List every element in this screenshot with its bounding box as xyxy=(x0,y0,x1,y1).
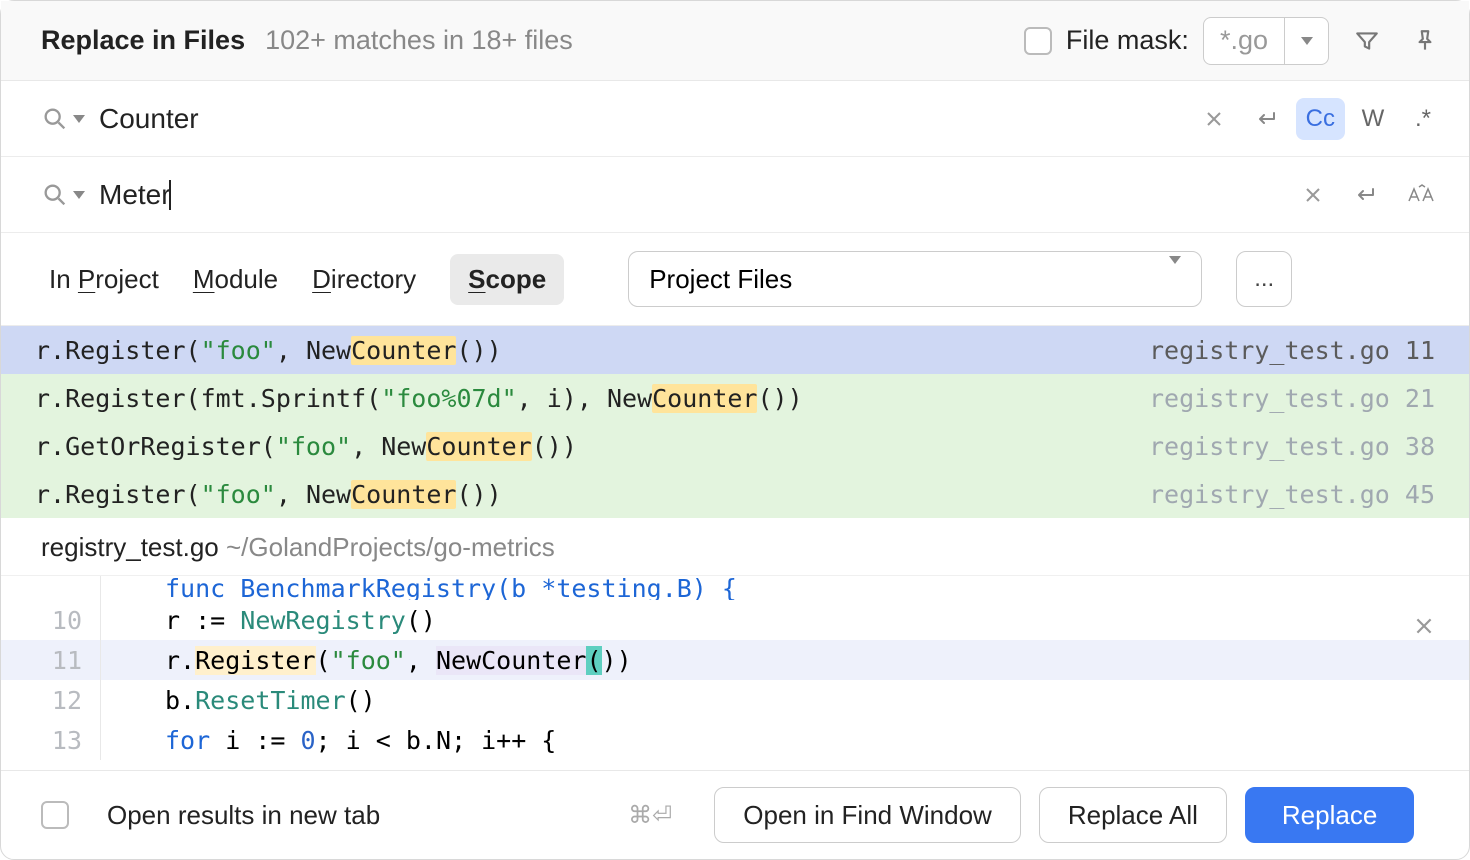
replace-all-button[interactable]: Replace All xyxy=(1039,787,1227,843)
scope-tab-project[interactable]: In Project xyxy=(49,254,159,305)
code-preview: func BenchmarkRegistry(b *testing.B) { 1… xyxy=(1,575,1469,765)
code-line: 10 r := NewRegistry() xyxy=(1,600,1469,640)
preview-file-header: registry_test.go ~/GolandProjects/go-met… xyxy=(1,518,1469,575)
replace-button[interactable]: Replace xyxy=(1245,787,1414,843)
shortcut-hint: ⌘⏎ xyxy=(628,801,672,830)
preview-file-name: registry_test.go xyxy=(41,532,219,562)
whole-word-toggle[interactable]: W xyxy=(1351,98,1395,140)
close-preview-icon[interactable] xyxy=(1413,614,1435,643)
dialog-title: Replace in Files xyxy=(41,25,245,56)
search-field-row: Cc W .* xyxy=(1,81,1469,157)
clear-search-icon[interactable] xyxy=(1192,98,1236,140)
result-row[interactable]: r.GetOrRegister("foo", NewCounter()) reg… xyxy=(1,422,1469,470)
scope-tab-module[interactable]: Module xyxy=(193,254,278,305)
file-mask-checkbox[interactable] xyxy=(1024,27,1052,55)
file-mask-select[interactable]: *.go xyxy=(1203,17,1329,65)
code-line: 13 for i := 0; i < b.N; i++ { xyxy=(1,720,1469,760)
dialog-header: Replace in Files 102+ matches in 18+ fil… xyxy=(1,1,1469,81)
scope-row: In Project Module Directory Scope Projec… xyxy=(1,233,1469,326)
results-list: r.Register("foo", NewCounter()) registry… xyxy=(1,326,1469,518)
scope-select[interactable]: Project Files xyxy=(628,251,1202,307)
scope-tab-directory[interactable]: Directory xyxy=(312,254,416,305)
search-input[interactable] xyxy=(99,103,1192,135)
scope-tab-scope[interactable]: Scope xyxy=(450,254,564,305)
filter-icon[interactable] xyxy=(1347,21,1387,61)
newline-icon[interactable] xyxy=(1242,98,1290,140)
regex-toggle[interactable]: .* xyxy=(1401,98,1445,140)
chevron-down-icon xyxy=(1284,18,1328,64)
preserve-case-toggle[interactable] xyxy=(1395,174,1445,216)
code-line: 11 r.Register("foo", NewCounter()) xyxy=(1,640,1469,680)
chevron-down-icon xyxy=(1169,264,1181,295)
match-count: 102+ matches in 18+ files xyxy=(265,25,573,56)
search-icon[interactable] xyxy=(41,181,85,209)
search-icon[interactable] xyxy=(41,105,85,133)
match-case-toggle[interactable]: Cc xyxy=(1296,98,1345,140)
open-in-tab-label: Open results in new tab xyxy=(107,800,380,831)
open-in-find-window-button[interactable]: Open in Find Window xyxy=(714,787,1021,843)
file-mask-value: *.go xyxy=(1204,25,1284,56)
result-row[interactable]: r.Register("foo", NewCounter()) registry… xyxy=(1,326,1469,374)
replace-field-row: Meter xyxy=(1,157,1469,233)
scope-select-value: Project Files xyxy=(649,264,792,295)
scope-ellipsis-button[interactable]: ... xyxy=(1236,251,1292,307)
open-in-tab-checkbox[interactable] xyxy=(41,801,69,829)
code-line: 12 b.ResetTimer() xyxy=(1,680,1469,720)
footer: Open results in new tab ⌘⏎ Open in Find … xyxy=(1,770,1469,859)
result-row[interactable]: r.Register("foo", NewCounter()) registry… xyxy=(1,470,1469,518)
result-row[interactable]: r.Register(fmt.Sprintf("foo%07d", i), Ne… xyxy=(1,374,1469,422)
newline-icon[interactable] xyxy=(1341,174,1389,216)
replace-input[interactable]: Meter xyxy=(99,179,171,211)
file-mask-label: File mask: xyxy=(1066,25,1189,56)
pin-icon[interactable] xyxy=(1405,21,1445,61)
preview-file-path: ~/GolandProjects/go-metrics xyxy=(226,532,555,562)
clear-replace-icon[interactable] xyxy=(1291,174,1335,216)
